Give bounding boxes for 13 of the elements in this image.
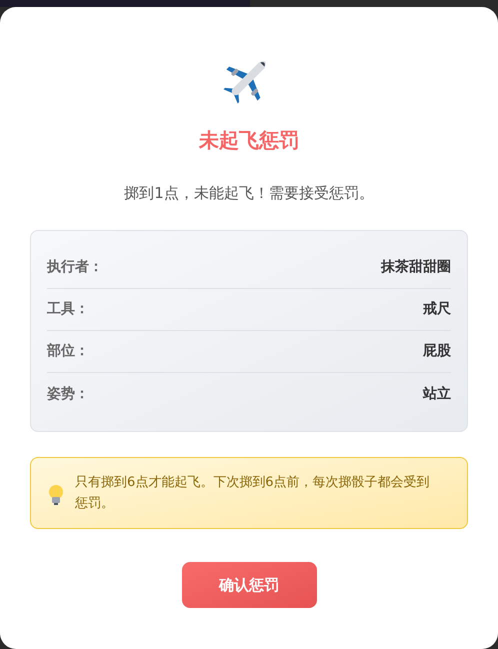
detail-value: 戒尺 xyxy=(423,300,451,319)
detail-value: 屁股 xyxy=(423,342,451,361)
dialog-title: 未起飞惩罚 xyxy=(199,127,299,154)
detail-label: 执行者： xyxy=(47,258,103,277)
detail-value: 站立 xyxy=(423,384,451,404)
dialog-message: 掷到1点，未能起飞！需要接受惩罚。 xyxy=(124,183,374,204)
detail-label: 姿势： xyxy=(47,384,89,404)
tip-text: 只有掷到6点才能起飞。下次掷到6点前，每次掷骰子都会受到惩罚。 xyxy=(75,474,431,513)
detail-value: 抹茶甜甜圈 xyxy=(381,258,451,277)
confirm-button[interactable]: 确认惩罚 xyxy=(182,562,316,608)
lightbulb-icon xyxy=(47,484,65,506)
detail-label: 工具： xyxy=(47,300,89,319)
detail-label: 部位： xyxy=(47,342,89,361)
